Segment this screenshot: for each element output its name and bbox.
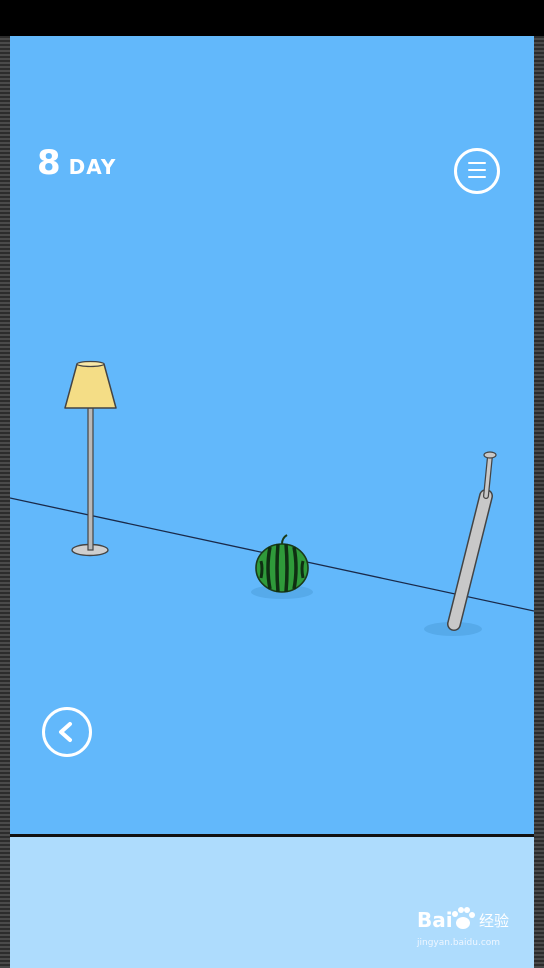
right-edge-strip <box>534 36 544 968</box>
watermark-brand-cn: 经验 <box>479 912 510 930</box>
watermark-url: jingyan.baidu.com <box>417 938 501 948</box>
paw-icon <box>452 907 475 929</box>
menu-button[interactable] <box>454 148 500 194</box>
left-edge-strip <box>0 36 10 968</box>
back-button[interactable] <box>42 707 92 757</box>
baseball-bat[interactable] <box>424 451 497 636</box>
game-stage[interactable]: 8 DAY <box>10 36 534 834</box>
day-number: 8 <box>37 143 61 183</box>
chevron-left-icon <box>59 722 72 742</box>
watermelon[interactable] <box>251 534 313 599</box>
floor-lamp[interactable] <box>64 360 117 557</box>
day-counter: 8 DAY <box>37 146 116 180</box>
top-black-bar <box>0 0 544 36</box>
day-label: DAY <box>68 155 117 179</box>
baidu-watermark: Bai 经验 jingyan.baidu.com <box>417 907 517 960</box>
watermark-brand: Bai <box>417 908 453 932</box>
